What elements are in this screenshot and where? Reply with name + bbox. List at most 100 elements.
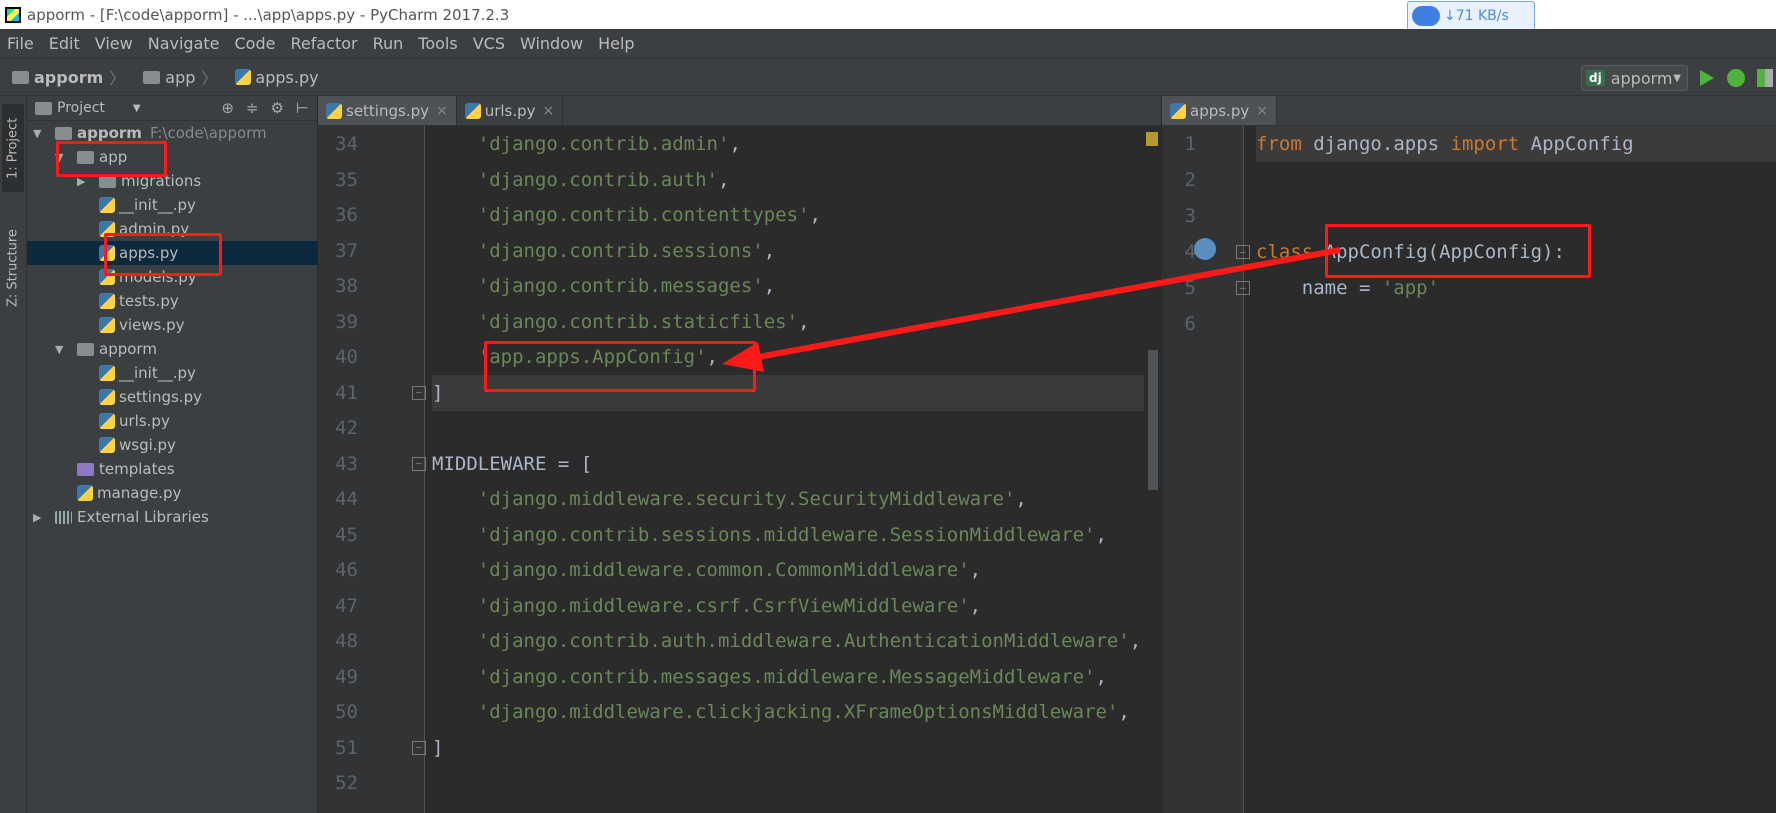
tree-item[interactable]: wsgi.py [27, 433, 318, 457]
code-editor-settings-py[interactable]: 34 'django.contrib.admin', 35 'django.con… [318, 126, 1161, 813]
tree-item-label: apporm [99, 340, 157, 358]
code-line[interactable]: 'django.contrib.auth', [432, 162, 1144, 198]
code-line[interactable]: 'django.contrib.sessions.middleware.Sess… [432, 517, 1144, 553]
breadcrumb-label: apps.py [255, 67, 319, 87]
python-file-icon [99, 413, 115, 429]
coverage-icon[interactable] [1757, 69, 1773, 87]
code-line[interactable]: 'django.middleware.clickjacking.XFrameOp… [432, 694, 1144, 730]
code-line[interactable]: 'django.middleware.security.SecurityMidd… [432, 481, 1144, 517]
breadcrumb-apporm[interactable]: apporm 〉 [0, 65, 131, 89]
tree-item[interactable]: __init__.py [27, 193, 318, 217]
close-icon[interactable]: × [1256, 103, 1268, 119]
code-line[interactable]: 'django.middleware.common.CommonMiddlewa… [432, 552, 1144, 588]
tree-item[interactable]: urls.py [27, 409, 318, 433]
window-title: apporm - [F:\code\apporm] - ...\app\apps… [27, 5, 510, 24]
tree-item[interactable]: views.py [27, 313, 318, 337]
dropdown-arrow-icon: ▼ [1673, 72, 1681, 84]
tree-item[interactable]: ▶ External Libraries [27, 505, 318, 529]
fold-marker-icon[interactable]: – [1236, 245, 1250, 259]
tab-urls-py[interactable]: urls.py × [457, 96, 564, 125]
code-line[interactable]: ] [432, 730, 1144, 766]
menu-view[interactable]: View [88, 34, 141, 53]
tree-item[interactable]: templates [27, 457, 318, 481]
expand-arrow-icon[interactable]: ▼ [55, 343, 63, 356]
menu-vcs[interactable]: VCS [466, 34, 513, 53]
collapse-icon[interactable]: ≑ [246, 99, 259, 117]
python-file-icon [464, 102, 481, 119]
tab-label: urls.py [484, 101, 536, 120]
menu-navigate[interactable]: Navigate [141, 34, 228, 53]
tab-apps-py[interactable]: apps.py × [1162, 96, 1277, 125]
line-number: 52 [335, 772, 358, 794]
hide-icon[interactable]: ⊢ [296, 99, 309, 117]
gear-icon[interactable]: ⚙ [270, 99, 283, 117]
editor-scrollbar[interactable] [1148, 350, 1158, 490]
menu-tools[interactable]: Tools [411, 34, 465, 53]
dropdown-arrow-icon[interactable]: ▼ [133, 103, 141, 114]
run-configuration-select[interactable]: dj apporm ▼ [1581, 65, 1688, 91]
breadcrumb-apps-py[interactable]: apps.py [223, 68, 324, 87]
folder-icon [143, 70, 161, 84]
project-panel-title[interactable]: Project [57, 100, 105, 116]
close-icon[interactable]: × [436, 103, 448, 119]
code-line[interactable]: 'django.contrib.auth.middleware.Authenti… [432, 623, 1144, 659]
close-icon[interactable]: × [543, 103, 555, 119]
tool-tab-structure[interactable]: Z: Structure [2, 218, 24, 318]
python-file-icon [99, 197, 115, 213]
project-panel-header: Project ▼ ⊕ ≑ ⚙ ⊢ [27, 96, 317, 121]
tree-item[interactable]: ▼ apporm [27, 337, 318, 361]
menu-help[interactable]: Help [591, 34, 642, 53]
locate-icon[interactable]: ⊕ [221, 99, 234, 117]
right-editor-tabs: apps.py × [1162, 96, 1776, 126]
menu-code[interactable]: Code [228, 34, 284, 53]
run-icon[interactable] [1700, 70, 1714, 86]
fold-marker-icon[interactable]: – [412, 456, 426, 471]
code-line[interactable]: 'django.contrib.staticfiles', [432, 304, 1144, 340]
code-line[interactable]: 'django.middleware.csrf.CsrfViewMiddlewa… [432, 588, 1144, 624]
code-line[interactable]: 'django.contrib.messages.middleware.Mess… [432, 659, 1144, 695]
warning-marker-icon[interactable] [1146, 132, 1158, 146]
fold-marker-icon[interactable]: – [1236, 281, 1250, 295]
fold-marker-icon[interactable]: – [412, 385, 426, 400]
tab-settings-py[interactable]: settings.py × [318, 96, 457, 125]
menu-run[interactable]: Run [366, 34, 412, 53]
network-speed-widget[interactable]: ↓71 KB/s [1407, 1, 1535, 31]
tree-item-label: apporm [77, 124, 142, 142]
folder-icon [55, 126, 72, 140]
tree-item[interactable]: __init__.py [27, 361, 318, 385]
line-number: 43 [335, 452, 358, 475]
tool-tab-project[interactable]: 1: Project [2, 104, 24, 192]
line-number: 42 [335, 417, 358, 439]
line-number: 45 [335, 523, 358, 546]
code-line[interactable] [1256, 162, 1776, 198]
code-line[interactable] [432, 410, 1144, 446]
code-line[interactable]: 'django.contrib.contenttypes', [432, 197, 1144, 233]
code-line[interactable]: 'django.contrib.messages', [432, 268, 1144, 304]
tree-item-label: __init__.py [119, 196, 196, 214]
menu-window[interactable]: Window [513, 34, 591, 53]
menu-edit[interactable]: Edit [42, 34, 88, 53]
line-number: 34 [335, 133, 358, 155]
menu-file[interactable]: File [0, 34, 42, 53]
code-line[interactable]: from django. apps import AppConfig [1256, 126, 1776, 162]
project-panel: Project ▼ ⊕ ≑ ⚙ ⊢ ▼ apporm F:\code\apporm ▼… [27, 96, 318, 813]
tree-item-label: manage.py [97, 484, 182, 502]
code-line[interactable]: 'django.contrib.sessions', [432, 233, 1144, 269]
code-line[interactable]: MIDDLEWARE = [ [432, 446, 1144, 482]
breadcrumb-app[interactable]: app 〉 [131, 65, 223, 89]
pycharm-logo-icon [5, 6, 21, 23]
override-marker-icon[interactable] [1194, 238, 1216, 260]
menu-refactor[interactable]: Refactor [283, 34, 365, 53]
tree-item-label: __init__.py [119, 364, 196, 382]
fold-marker-icon[interactable]: – [412, 740, 426, 755]
tree-item[interactable]: settings.py [27, 385, 318, 409]
line-number: 39 [335, 310, 358, 333]
expand-arrow-icon[interactable]: ▼ [33, 127, 41, 140]
debug-icon[interactable] [1727, 69, 1745, 87]
collapse-arrow-icon[interactable]: ▶ [33, 511, 41, 524]
code-line[interactable] [432, 765, 1144, 801]
tree-item[interactable]: tests.py [27, 289, 318, 313]
code-line[interactable]: 'django.contrib.admin', [432, 126, 1144, 162]
code-line[interactable] [1256, 306, 1776, 342]
tree-item[interactable]: manage.py [27, 481, 318, 505]
